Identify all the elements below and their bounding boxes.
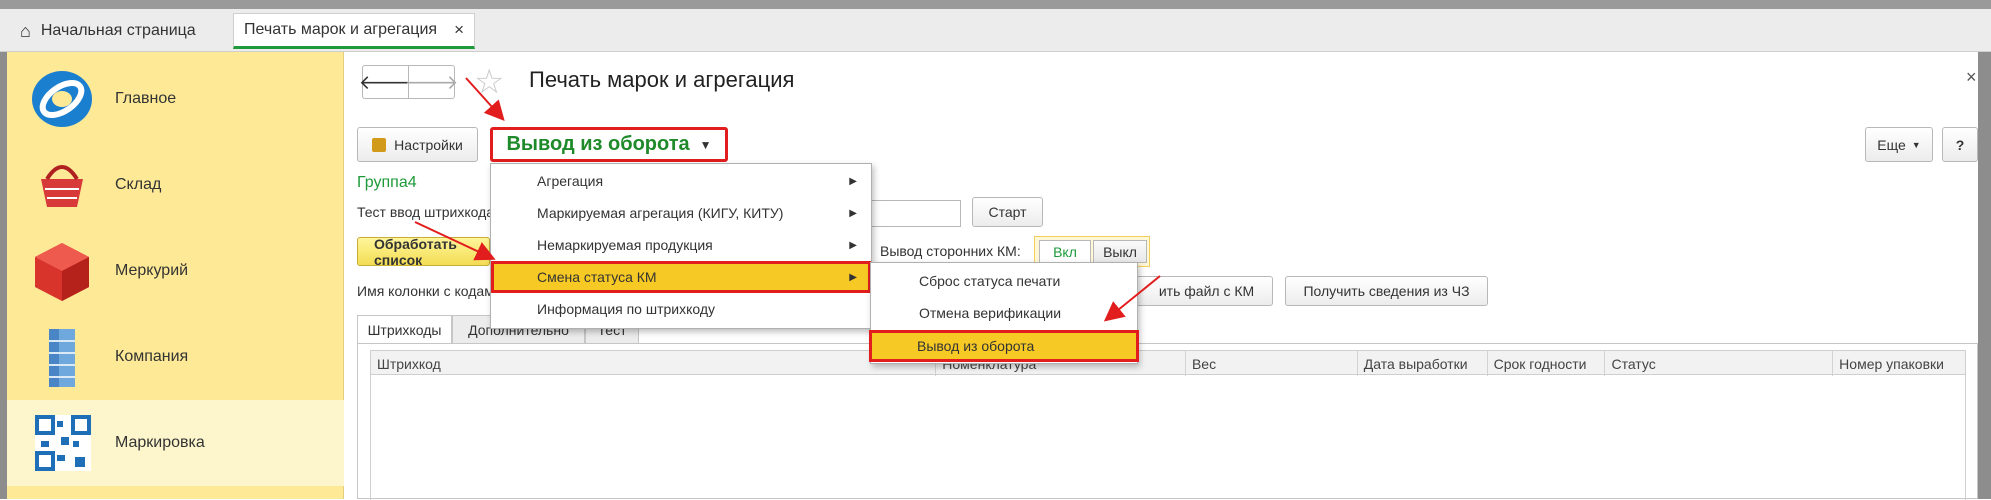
annotation-arrow-to-change-status	[414, 221, 496, 261]
annotation-arrows	[414, 77, 1161, 322]
annotation-arrow-to-withdraw	[1103, 275, 1161, 322]
annotation-arrow-to-vyvod-button	[465, 77, 505, 121]
